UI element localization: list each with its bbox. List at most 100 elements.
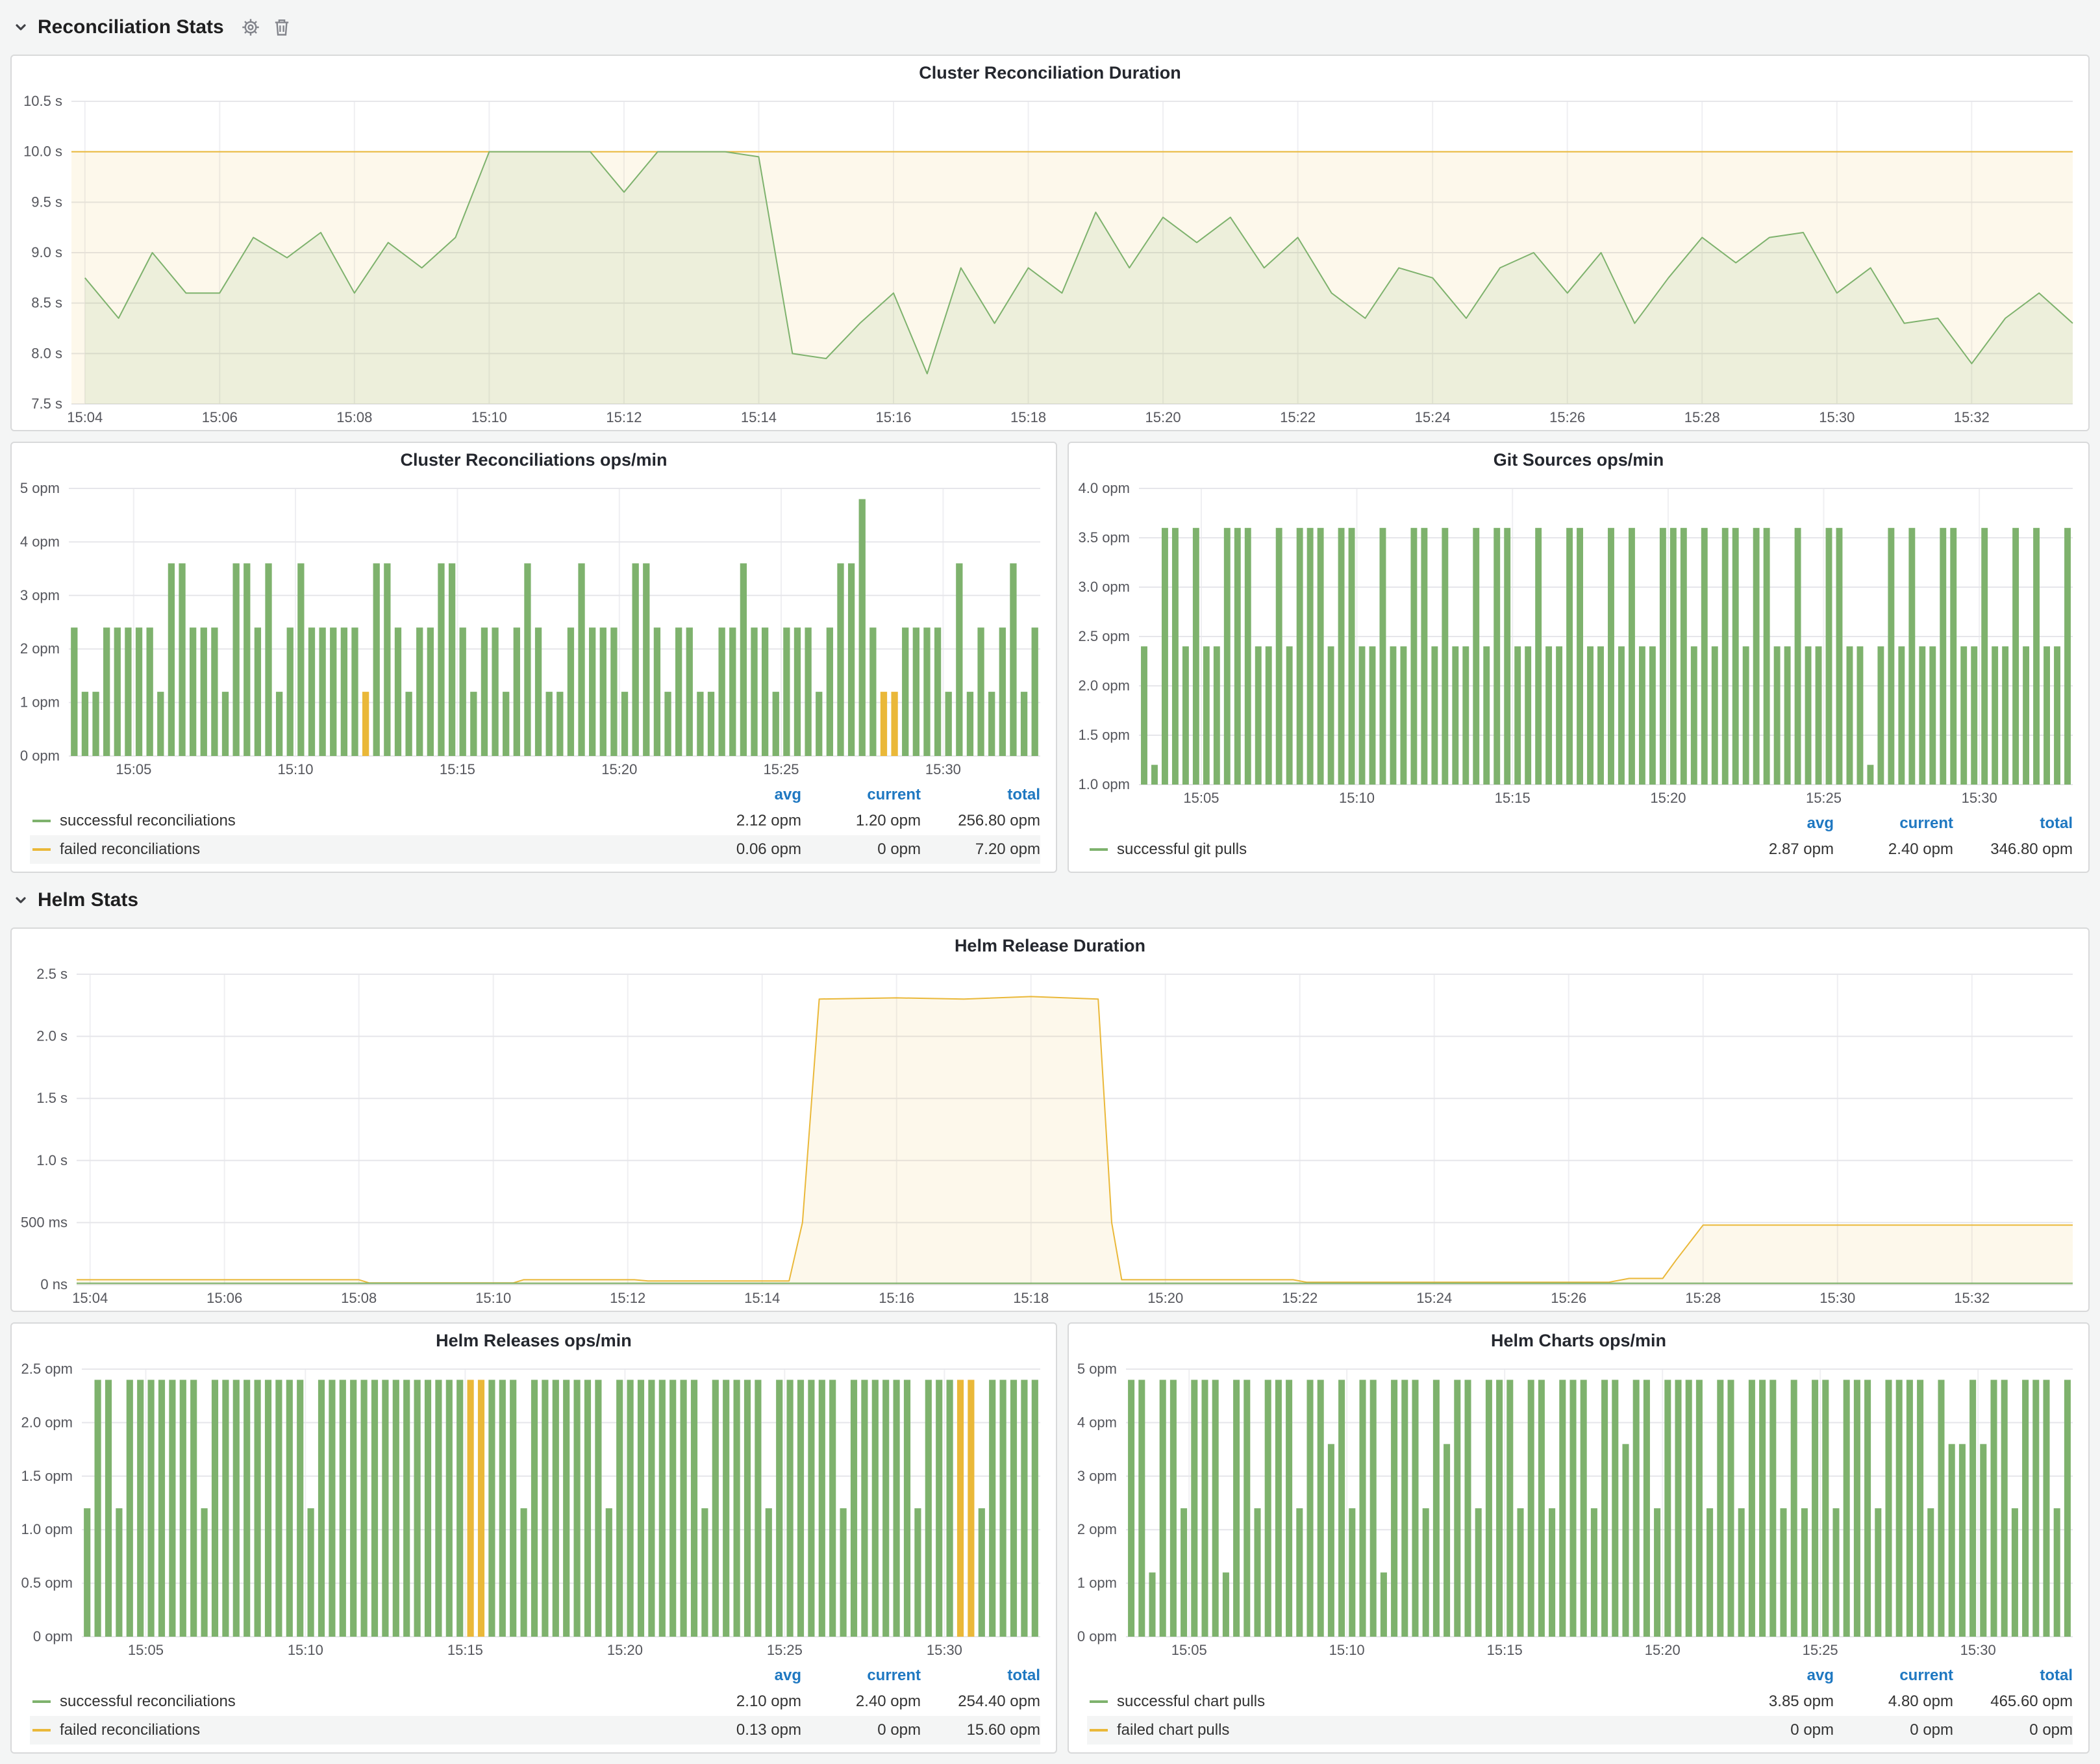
bar-series: [71, 499, 1038, 756]
legend-col-current[interactable]: current: [1834, 1667, 1953, 1685]
svg-text:500 ms: 500 ms: [21, 1214, 68, 1230]
panel-title[interactable]: Helm Release Duration: [12, 929, 2088, 963]
svg-text:15:15: 15:15: [1495, 790, 1531, 806]
gear-icon[interactable]: [241, 18, 260, 37]
legend-cluster-reconciliations: avgcurrenttotalsuccessful reconciliation…: [12, 782, 1056, 872]
legend-series-label[interactable]: failed chart pulls: [1117, 1721, 1714, 1739]
legend-helm-releases: avgcurrenttotal successful reconciliation…: [12, 1663, 1056, 1752]
trash-icon[interactable]: [273, 18, 290, 37]
svg-text:3 opm: 3 opm: [20, 587, 60, 603]
panel-title[interactable]: Cluster Reconciliation Duration: [12, 56, 2088, 90]
legend-col-total[interactable]: total: [1953, 1667, 2073, 1685]
svg-text:5 opm: 5 opm: [20, 480, 60, 496]
svg-text:15:28: 15:28: [1684, 409, 1720, 425]
svg-text:15:30: 15:30: [1960, 1642, 1996, 1658]
legend-col-avg[interactable]: avg: [682, 1667, 801, 1685]
series-color-icon: [1090, 848, 1108, 851]
svg-text:15:18: 15:18: [1013, 1290, 1049, 1306]
svg-text:15:32: 15:32: [1954, 1290, 1990, 1306]
svg-text:1.0 s: 1.0 s: [36, 1152, 68, 1168]
legend-helm-charts: avgcurrenttotal successful chart pulls3.8…: [1069, 1663, 2088, 1752]
legend-current-value: 2.40 opm: [801, 1693, 921, 1711]
legend-avg-value: 2.87 opm: [1714, 840, 1834, 859]
legend-row: failed reconciliations0.06 opm0 opm7.20 …: [30, 835, 1040, 864]
legend-series-label[interactable]: successful reconciliations: [60, 1693, 682, 1711]
legend-col-avg[interactable]: avg: [682, 786, 801, 804]
chart-canvas: 0 ns500 ms1.0 s1.5 s2.0 s2.5 s15:0415:06…: [12, 963, 2088, 1311]
panel-title[interactable]: Git Sources ops/min: [1069, 443, 2088, 477]
svg-text:15:05: 15:05: [1171, 1642, 1207, 1658]
svg-text:15:05: 15:05: [128, 1642, 164, 1658]
series-color-icon: [32, 1729, 51, 1732]
svg-text:15:22: 15:22: [1282, 1290, 1318, 1306]
svg-text:15:14: 15:14: [741, 409, 777, 425]
row-header-reconciliation-stats[interactable]: Reconciliation Stats: [10, 10, 2090, 44]
svg-text:15:25: 15:25: [763, 761, 799, 777]
chart-canvas: 0 opm1 opm2 opm3 opm4 opm5 opm15:0515:10…: [1069, 1357, 2088, 1663]
chevron-down-icon: [13, 19, 29, 35]
legend-header: avgcurrenttotal: [1087, 812, 2073, 835]
legend-avg-value: 0.13 opm: [682, 1721, 801, 1739]
svg-text:3.0 opm: 3.0 opm: [1079, 579, 1131, 595]
chart-git-sources-ops[interactable]: 1.0 opm1.5 opm2.0 opm2.5 opm3.0 opm3.5 o…: [1069, 477, 2088, 811]
legend-total-value: 15.60 opm: [921, 1721, 1040, 1739]
legend-col-current[interactable]: current: [801, 1667, 921, 1685]
legend-col-avg[interactable]: avg: [1714, 814, 1834, 833]
chart-helm-release-duration[interactable]: 0 ns500 ms1.0 s1.5 s2.0 s2.5 s15:0415:06…: [12, 963, 2088, 1311]
legend-current-value: 4.80 opm: [1834, 1693, 1953, 1711]
svg-text:15:20: 15:20: [607, 1642, 643, 1658]
svg-text:15:16: 15:16: [875, 409, 911, 425]
svg-text:4 opm: 4 opm: [1077, 1414, 1117, 1430]
svg-text:8.0 s: 8.0 s: [31, 345, 62, 361]
legend-series-label[interactable]: successful reconciliations: [60, 812, 682, 830]
svg-text:15:05: 15:05: [1183, 790, 1219, 806]
svg-text:15:25: 15:25: [1803, 1642, 1838, 1658]
panel-title[interactable]: Helm Charts ops/min: [1069, 1324, 2088, 1357]
panel-helm-releases-ops: Helm Releases ops/min 0 opm0.5 opm1.0 op…: [10, 1322, 1057, 1754]
svg-text:15:30: 15:30: [1819, 409, 1855, 425]
svg-text:15:26: 15:26: [1549, 409, 1585, 425]
svg-text:4.0 opm: 4.0 opm: [1079, 480, 1131, 496]
row-header-helm-stats[interactable]: Helm Stats: [10, 883, 2090, 917]
svg-text:15:20: 15:20: [1645, 1642, 1681, 1658]
panel-title[interactable]: Helm Releases ops/min: [12, 1324, 1056, 1357]
panel-row-reconciliation: Cluster Reconciliations ops/min 0 opm1 o…: [10, 442, 2090, 873]
legend-series-label[interactable]: successful chart pulls: [1117, 1693, 1714, 1711]
svg-text:15:10: 15:10: [1329, 1642, 1365, 1658]
legend-col-total[interactable]: total: [921, 786, 1040, 804]
legend-series-label[interactable]: failed reconciliations: [60, 1721, 682, 1739]
chart-cluster-reconciliations-ops[interactable]: 0 opm1 opm2 opm3 opm4 opm5 opm15:0515:10…: [12, 477, 1056, 782]
legend-avg-value: 0 opm: [1714, 1721, 1834, 1739]
bar-series: [1141, 528, 2071, 785]
svg-text:15:28: 15:28: [1685, 1290, 1721, 1306]
legend-col-current[interactable]: current: [1834, 814, 1953, 833]
svg-text:15:06: 15:06: [202, 409, 238, 425]
svg-text:1.5 opm: 1.5 opm: [1079, 727, 1131, 743]
svg-text:15:06: 15:06: [206, 1290, 242, 1306]
panel-title-text: Helm Releases ops/min: [436, 1331, 632, 1351]
svg-text:2.0 opm: 2.0 opm: [1079, 677, 1131, 694]
panel-title-text: Helm Release Duration: [955, 936, 1145, 956]
chart-helm-releases-ops[interactable]: 0 opm0.5 opm1.0 opm1.5 opm2.0 opm2.5 opm…: [12, 1357, 1056, 1663]
legend-series-label[interactable]: failed reconciliations: [60, 840, 682, 859]
legend-header: avgcurrenttotal: [30, 783, 1040, 807]
legend-col-avg[interactable]: avg: [1714, 1667, 1834, 1685]
row-title: Reconciliation Stats: [38, 16, 224, 38]
series-color-icon: [32, 820, 51, 822]
svg-text:3 opm: 3 opm: [1077, 1468, 1117, 1484]
legend-col-total[interactable]: total: [1953, 814, 2073, 833]
panel-title-text: Cluster Reconciliations ops/min: [400, 450, 667, 470]
legend-row: successful chart pulls3.85 opm4.80 opm46…: [1087, 1687, 2073, 1716]
legend-row: successful reconciliations2.12 opm1.20 o…: [30, 807, 1040, 835]
svg-text:5 opm: 5 opm: [1077, 1361, 1117, 1377]
legend-series-label[interactable]: successful git pulls: [1117, 840, 1714, 859]
legend-git-sources: avgcurrenttotal successful git pulls2.87 …: [1069, 811, 2088, 872]
panel-title[interactable]: Cluster Reconciliations ops/min: [12, 443, 1056, 477]
chart-cluster-reconciliation-duration[interactable]: 7.5 s8.0 s8.5 s9.0 s9.5 s10.0 s10.5 s15:…: [12, 90, 2088, 430]
svg-text:0 opm: 0 opm: [1077, 1628, 1117, 1644]
legend-col-current[interactable]: current: [801, 786, 921, 804]
chart-helm-charts-ops[interactable]: 0 opm1 opm2 opm3 opm4 opm5 opm15:0515:10…: [1069, 1357, 2088, 1663]
legend-col-total[interactable]: total: [921, 1667, 1040, 1685]
panel-cluster-reconciliation-duration: Cluster Reconciliation Duration 7.5 s8.0…: [10, 55, 2090, 431]
legend-total-value: 465.60 opm: [1953, 1693, 2073, 1711]
